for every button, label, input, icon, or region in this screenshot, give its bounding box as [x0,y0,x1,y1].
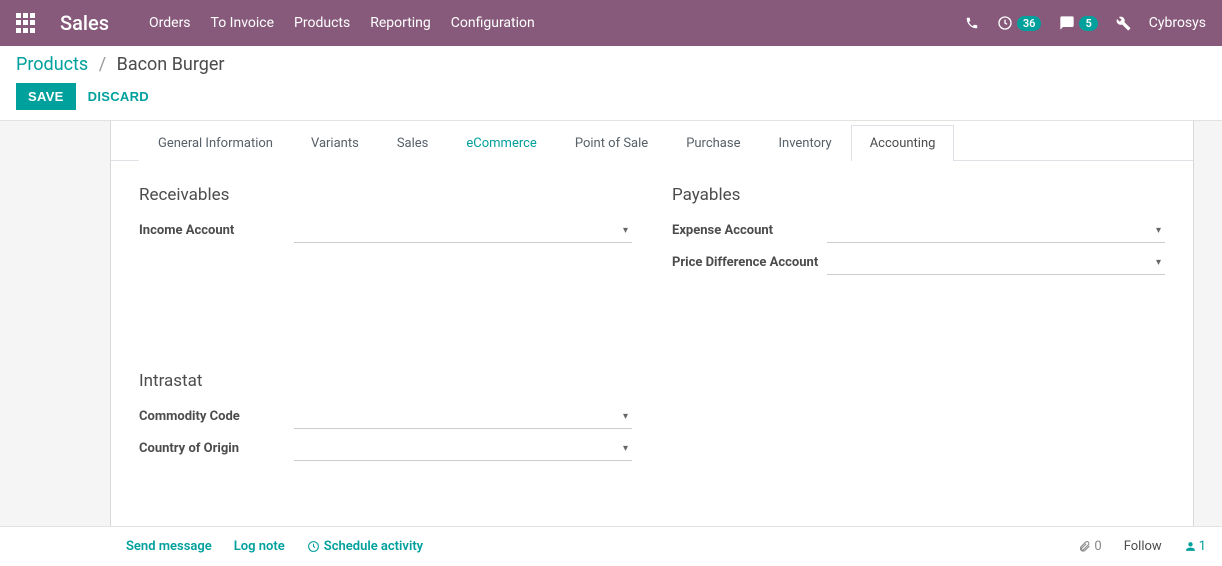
chevron-down-icon: ▾ [623,443,628,454]
label-price-diff: Price Difference Account [672,251,827,270]
tab-ecommerce[interactable]: eCommerce [447,125,555,161]
input-expense-account[interactable]: ▾ [827,219,1165,243]
chevron-down-icon: ▾ [1156,257,1161,268]
field-expense-account: Expense Account ▾ [672,219,1165,245]
menu-orders[interactable]: Orders [149,15,191,31]
breadcrumb-sep: / [93,54,112,75]
control-panel: Products / Bacon Burger SAVE DISCARD [0,46,1222,121]
chatter: Send message Log note Schedule activity … [0,526,1222,566]
input-income-account[interactable]: ▾ [294,219,632,243]
person-icon [1184,540,1197,553]
phone-icon[interactable] [965,16,979,30]
tab-accounting[interactable]: Accounting [851,125,955,161]
chevron-down-icon: ▾ [623,225,628,236]
input-country-origin[interactable]: ▾ [294,437,632,461]
followers-number: 1 [1199,539,1206,554]
messages-badge: 5 [1079,16,1097,31]
menu-configuration[interactable]: Configuration [451,15,535,31]
label-country-origin: Country of Origin [139,437,294,456]
tab-bar: General Information Variants Sales eComm… [111,121,1193,161]
menu-reporting[interactable]: Reporting [370,15,431,31]
label-income-account: Income Account [139,219,294,238]
left-column: Receivables Income Account ▾ Intrastat C… [139,185,632,469]
input-commodity-code[interactable]: ▾ [294,405,632,429]
messages-icon[interactable]: 5 [1059,15,1097,31]
section-receivables: Receivables [139,185,632,205]
tab-purchase[interactable]: Purchase [667,125,759,161]
right-column: Payables Expense Account ▾ Price Differe… [672,185,1165,469]
tab-variants[interactable]: Variants [292,125,378,161]
field-country-origin: Country of Origin ▾ [139,437,632,463]
chatter-right: 0 Follow 1 [1078,539,1206,554]
field-commodity-code: Commodity Code ▾ [139,405,632,431]
breadcrumb-current: Bacon Burger [117,54,225,75]
nav-right: 36 5 Cybrosys [965,15,1206,31]
schedule-activity-label: Schedule activity [324,539,423,554]
user-name[interactable]: Cybrosys [1149,15,1206,31]
tab-general[interactable]: General Information [139,125,292,161]
section-payables: Payables [672,185,1165,205]
form-body: Receivables Income Account ▾ Intrastat C… [111,161,1193,529]
field-price-diff: Price Difference Account ▾ [672,251,1165,277]
send-message-link[interactable]: Send message [126,539,212,554]
attachments-number: 0 [1094,539,1101,554]
form-sheet: General Information Variants Sales eComm… [110,121,1194,540]
main-menu: Orders To Invoice Products Reporting Con… [149,15,535,31]
topbar: Sales Orders To Invoice Products Reporti… [0,0,1222,46]
activities-badge: 36 [1017,16,1042,31]
tools-icon[interactable] [1116,16,1131,31]
label-expense-account: Expense Account [672,219,827,238]
attachments-count[interactable]: 0 [1078,539,1101,554]
tab-inventory[interactable]: Inventory [759,125,850,161]
schedule-activity-link[interactable]: Schedule activity [307,539,423,554]
activities-icon[interactable]: 36 [997,15,1042,31]
cp-buttons: SAVE DISCARD [16,83,1206,110]
tab-sales[interactable]: Sales [378,125,448,161]
tab-pos[interactable]: Point of Sale [556,125,667,161]
chevron-down-icon: ▾ [623,411,628,422]
followers-count[interactable]: 1 [1184,539,1206,554]
apps-icon[interactable] [16,13,36,33]
label-commodity-code: Commodity Code [139,405,294,424]
follow-button[interactable]: Follow [1124,539,1162,554]
chevron-down-icon: ▾ [1156,225,1161,236]
log-note-link[interactable]: Log note [234,539,285,554]
section-intrastat: Intrastat [139,371,632,391]
save-button[interactable]: SAVE [16,83,76,110]
discard-button[interactable]: DISCARD [86,83,151,110]
input-price-diff[interactable]: ▾ [827,251,1165,275]
menu-to-invoice[interactable]: To Invoice [211,15,275,31]
breadcrumb-root[interactable]: Products [16,54,88,75]
clock-icon [307,540,320,553]
app-name: Sales [60,11,109,35]
paperclip-icon [1078,540,1091,553]
breadcrumb: Products / Bacon Burger [16,54,1206,75]
sheet-background: General Information Variants Sales eComm… [0,121,1222,540]
field-income-account: Income Account ▾ [139,219,632,245]
menu-products[interactable]: Products [294,15,350,31]
